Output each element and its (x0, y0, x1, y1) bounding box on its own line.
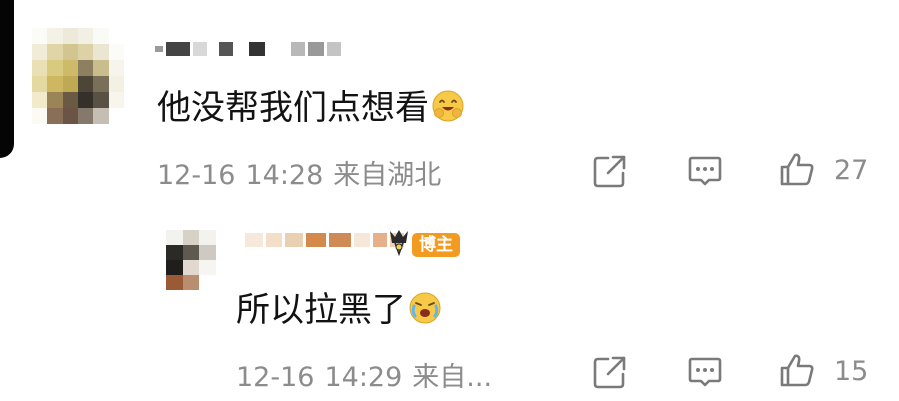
thumbs-up-icon[interactable] (778, 351, 816, 389)
thumbs-up-icon[interactable] (778, 150, 816, 188)
comment-date: 12-16 (157, 160, 236, 191)
share-square-icon[interactable] (591, 152, 629, 190)
username-blurred[interactable] (155, 42, 344, 56)
reply-username-blurred[interactable] (245, 233, 407, 247)
like-count: 27 (834, 155, 869, 186)
reply-location: 来自... (412, 362, 493, 393)
reply-avatar[interactable] (166, 230, 216, 290)
device-edge (0, 0, 14, 158)
blogger-badge: 博主 (412, 233, 460, 257)
reply-like-count: 15 (834, 356, 869, 387)
comment-bubble-icon[interactable] (686, 353, 724, 391)
weibo-comment-screen: 他没帮我们点想看 12-16 14:28 来自湖北 27 博主 所以拉黑了 12… (0, 0, 899, 401)
avatar[interactable] (32, 28, 124, 124)
share-square-icon[interactable] (591, 353, 629, 391)
comment-text-content: 他没帮我们点想看 (157, 88, 429, 128)
tearful-laugh-emoji-icon (409, 292, 441, 324)
grinning-hug-emoji-icon (432, 90, 464, 122)
comment-text: 他没帮我们点想看 (157, 80, 465, 129)
vip-crown-icon (390, 230, 408, 257)
comment-bubble-icon[interactable] (686, 152, 724, 190)
reply-meta: 12-16 14:29 来自... (236, 355, 502, 394)
reply-text-content: 所以拉黑了 (236, 290, 406, 330)
reply-date: 12-16 (236, 362, 315, 393)
comment-location: 来自湖北 (333, 160, 442, 191)
comment-meta: 12-16 14:28 来自湖北 (157, 153, 451, 192)
comment-time: 14:28 (245, 160, 324, 191)
reply-text: 所以拉黑了 (236, 282, 442, 331)
reply-time: 14:29 (324, 362, 403, 393)
